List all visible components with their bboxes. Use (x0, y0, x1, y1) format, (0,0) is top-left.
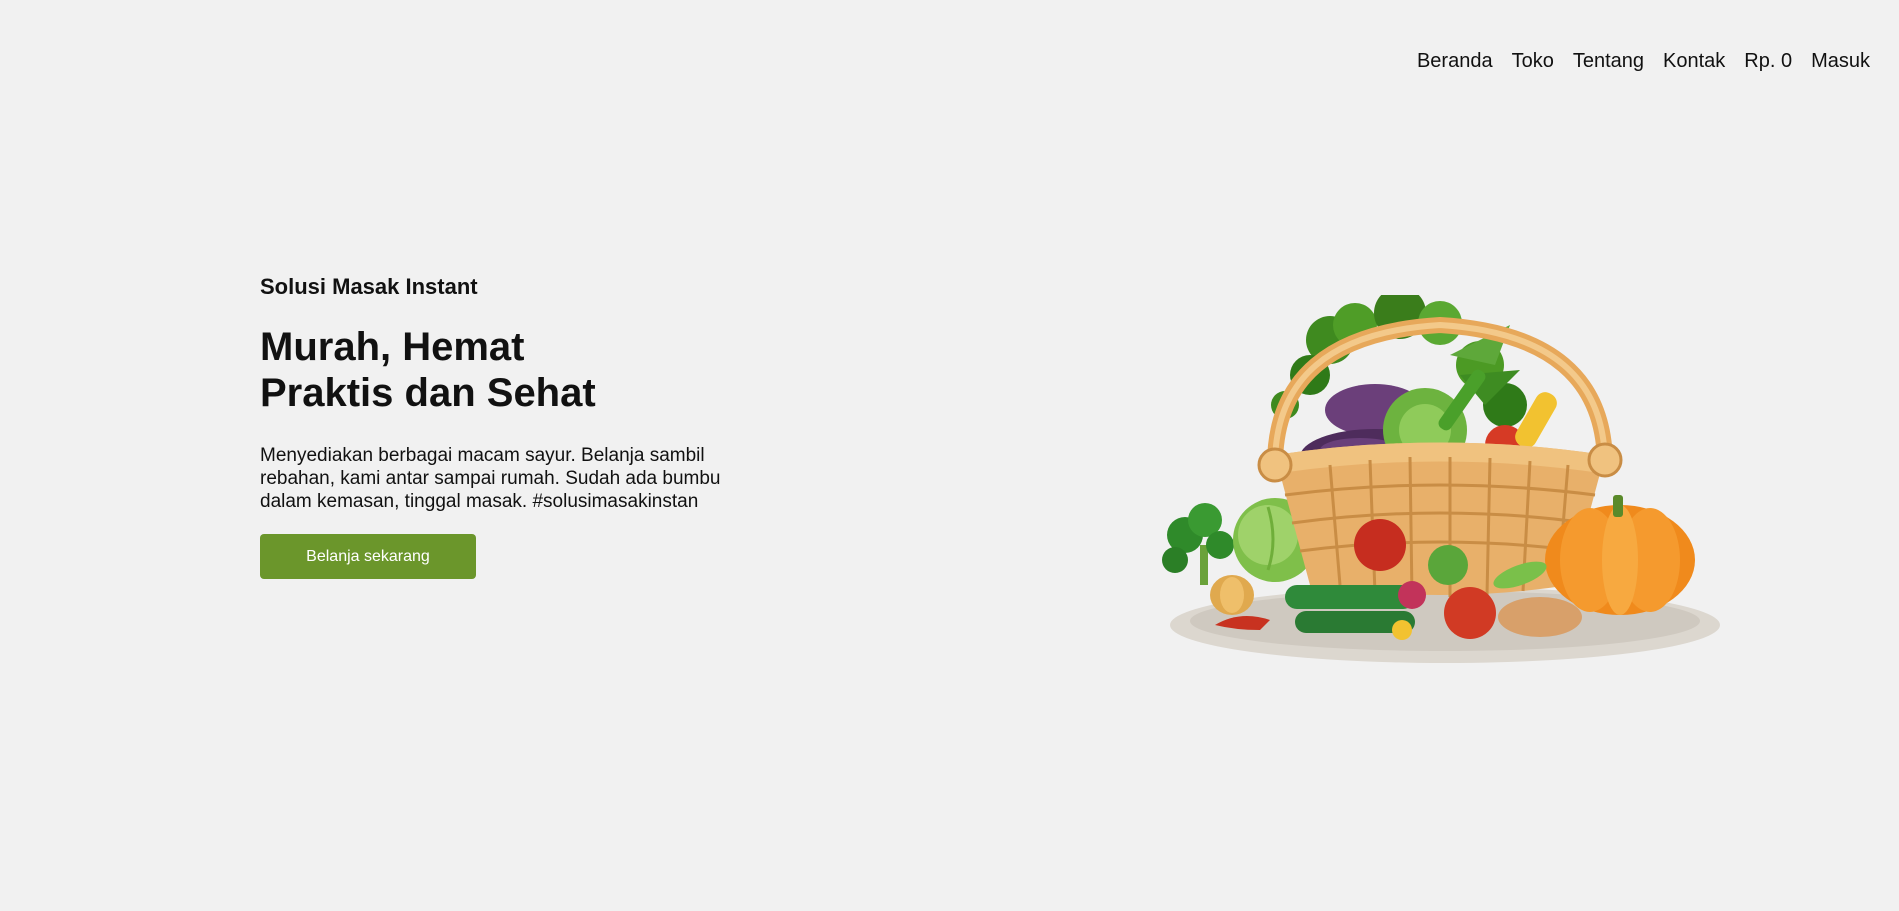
hero-headline-line-2: Praktis dan Sehat (260, 371, 596, 415)
nav-link-toko[interactable]: Toko (1512, 50, 1554, 73)
login-link[interactable]: Masuk (1811, 50, 1870, 73)
vegetable-basket-illustration (1162, 295, 1720, 663)
page: Beranda Toko Tentang Kontak Rp. 0 Masuk … (0, 0, 1899, 911)
nav-link-tentang[interactable]: Tentang (1573, 50, 1644, 73)
hero-headline: Murah, Hemat Praktis dan Sehat (260, 324, 780, 416)
cart-total-link[interactable]: Rp. 0 (1744, 50, 1792, 73)
nav-link-beranda[interactable]: Beranda (1417, 50, 1493, 73)
broccoli-left (1162, 503, 1234, 585)
shop-now-button[interactable]: Belanja sekarang (260, 534, 476, 579)
hero-headline-line-1: Murah, Hemat (260, 325, 525, 369)
nav-link-kontak[interactable]: Kontak (1663, 50, 1725, 73)
hero-tagline: Solusi Masak Instant (260, 274, 478, 299)
hero-description: Menyediakan berbagai macam sayur. Belanj… (260, 445, 721, 512)
top-navigation: Beranda Toko Tentang Kontak Rp. 0 Masuk (1417, 50, 1870, 73)
hero-section: Solusi Masak Instant Murah, Hemat Prakti… (260, 274, 780, 579)
